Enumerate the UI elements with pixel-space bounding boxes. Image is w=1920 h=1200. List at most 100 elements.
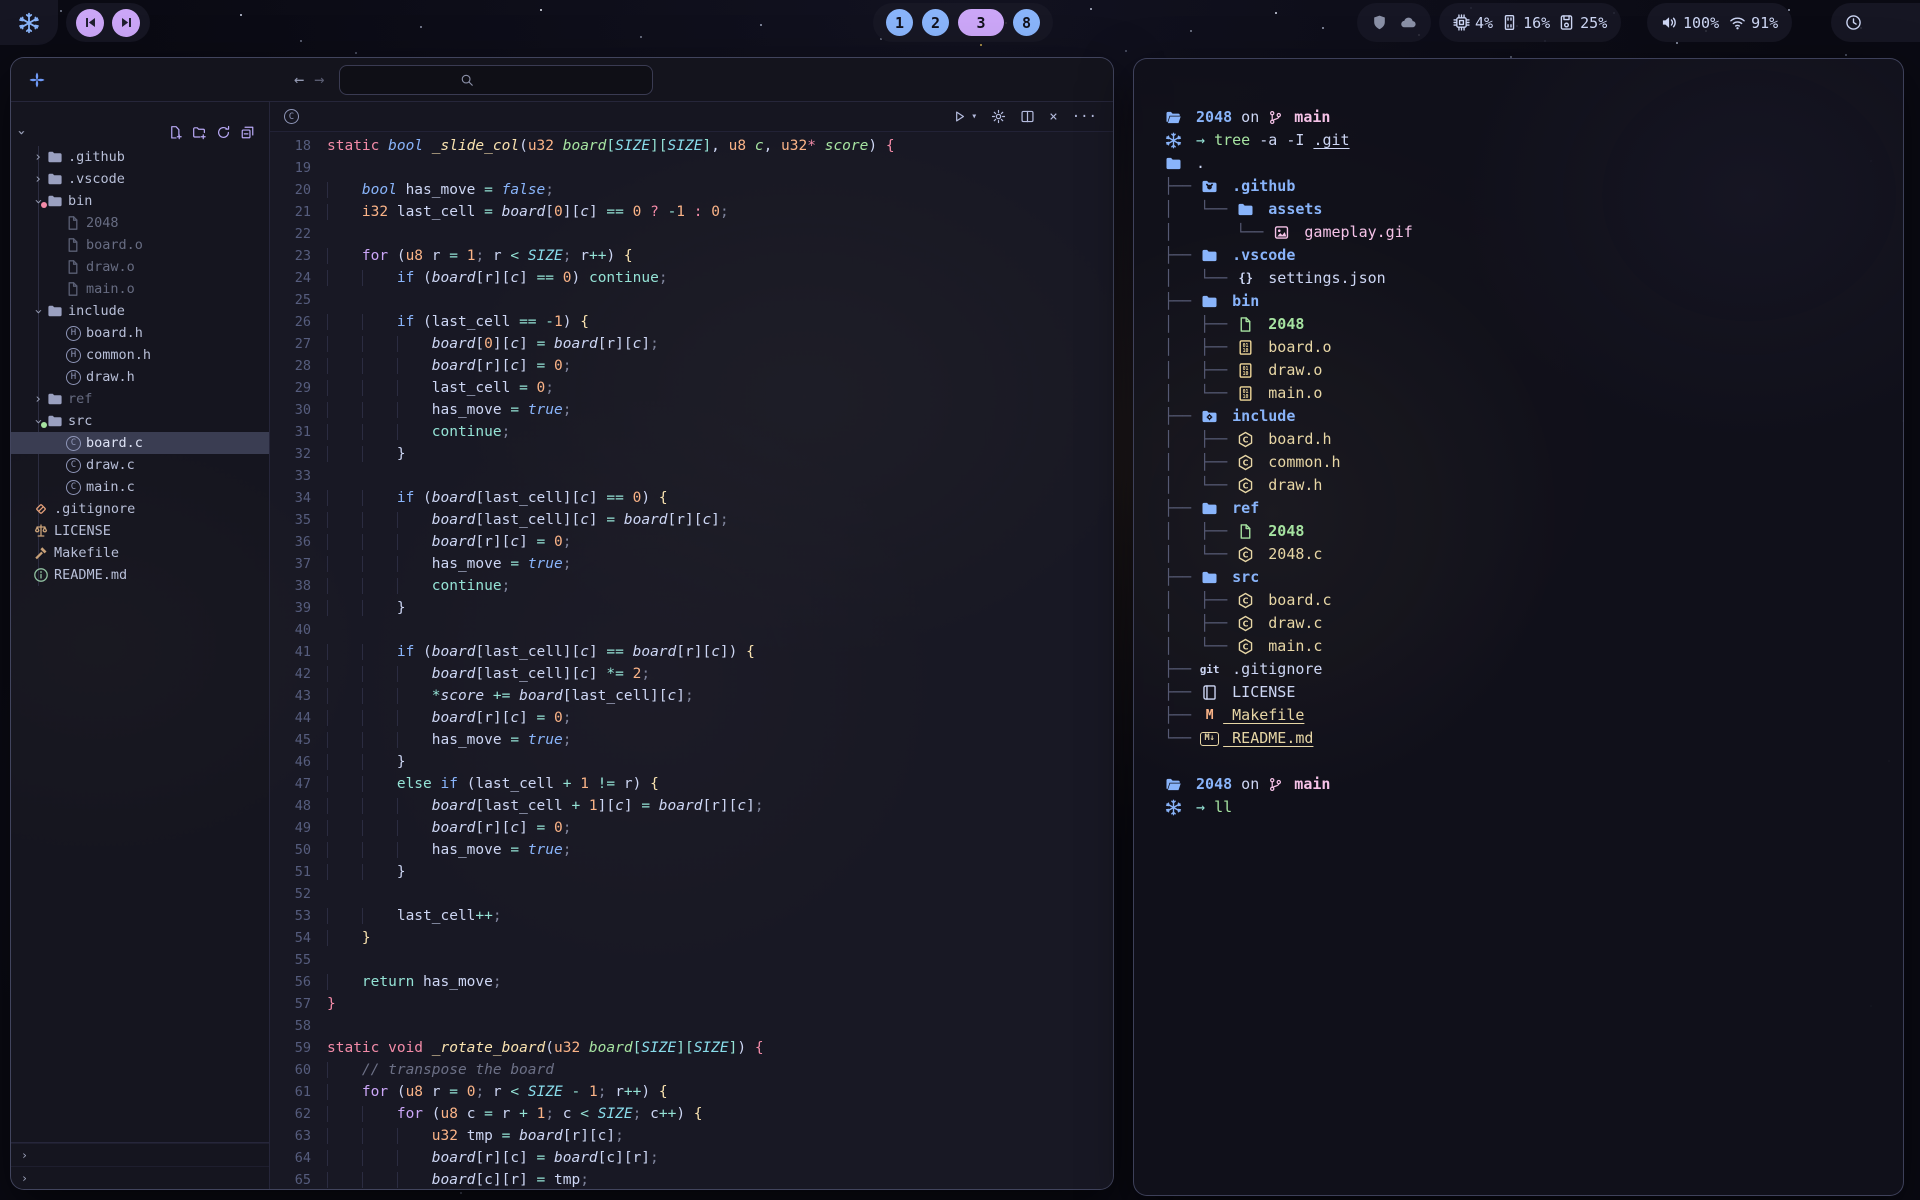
explorer-item-label: include — [68, 303, 125, 319]
explorer-item-draw.o[interactable]: draw.o — [11, 256, 269, 278]
clock[interactable] — [1831, 3, 1920, 42]
launcher-button[interactable] — [0, 0, 58, 45]
folder-bin-icon — [47, 193, 63, 209]
explorer-item-common.h[interactable]: Hcommon.h — [11, 344, 269, 366]
explorer-item-bin[interactable]: ›bin — [11, 190, 269, 212]
terminal-text: ├── — [1164, 175, 1200, 198]
folder-icon — [1236, 201, 1255, 218]
vscode-titlebar[interactable]: ← → — [11, 58, 1113, 102]
split-editor-icon[interactable] — [1020, 109, 1035, 124]
snowflake-icon — [1164, 132, 1183, 149]
audio-network[interactable]: 100% 91% — [1647, 3, 1792, 42]
terminal-line: │ ├── 0110 draw.o — [1164, 359, 1879, 382]
h-file-icon: H — [66, 370, 81, 385]
nav-forward-button[interactable]: → — [314, 70, 324, 90]
workspace-1[interactable]: 1 — [886, 9, 913, 36]
explorer-item-include[interactable]: ›include — [11, 300, 269, 322]
folder-icon — [47, 303, 63, 319]
code-line-25: 25 — [270, 289, 1113, 311]
terminal-content[interactable]: 2048 on main → tree -a -I .git .├── .git… — [1134, 59, 1903, 1195]
outline-panel-header[interactable]: › — [11, 1143, 269, 1166]
new-file-icon[interactable] — [168, 125, 183, 140]
breadcrumb[interactable]: C ▾ × ··· — [270, 102, 1113, 132]
more-actions-icon[interactable]: ··· — [1072, 109, 1097, 125]
explorer-item-label: src — [68, 413, 92, 429]
explorer-item-.github[interactable]: ›.github — [11, 146, 269, 168]
code-line-54: 54 } — [270, 927, 1113, 949]
explorer-item-draw.h[interactable]: Hdraw.h — [11, 366, 269, 388]
terminal-text: Makefile — [1223, 704, 1304, 727]
terminal-text: ├── — [1164, 566, 1200, 589]
skip-back-button[interactable] — [76, 9, 104, 37]
explorer-item-Makefile[interactable]: Makefile — [11, 542, 269, 564]
gear-icon[interactable] — [991, 109, 1006, 124]
explorer-item-README.md[interactable]: README.md — [11, 564, 269, 586]
explorer-item-LICENSE[interactable]: LICENSE — [11, 520, 269, 542]
code-line-content: *score += board[last_cell][c]; — [327, 685, 694, 707]
chevron-down-icon[interactable]: ▾ — [971, 111, 977, 122]
code-line-content: for (u8 r = 1; r < SIZE; r++) { — [327, 245, 633, 267]
system-tray[interactable] — [1357, 3, 1431, 42]
explorer-item-board.c[interactable]: Cboard.c — [11, 432, 269, 454]
explorer-item-draw.c[interactable]: Cdraw.c — [11, 454, 269, 476]
command-center-search[interactable] — [339, 65, 653, 95]
svg-text:C: C — [1243, 481, 1249, 490]
timeline-panel-header[interactable]: › — [11, 1166, 269, 1189]
terminal-text: │ └── — [1164, 221, 1272, 244]
refresh-icon[interactable] — [216, 125, 231, 140]
terminal-text: └── — [1164, 727, 1200, 750]
line-number: 39 — [270, 597, 311, 619]
terminal-text: → — [1187, 129, 1214, 152]
workspace-8[interactable]: 8 — [1013, 9, 1040, 36]
collapse-all-icon[interactable] — [240, 125, 255, 140]
gitignore-icon — [33, 501, 49, 517]
explorer-item-label: Makefile — [54, 545, 119, 561]
app-logo-icon — [27, 70, 47, 90]
explorer-item-board.o[interactable]: board.o — [11, 234, 269, 256]
new-folder-icon[interactable] — [192, 125, 207, 140]
terminal-line: ├── M Makefile — [1164, 704, 1879, 727]
line-number: 21 — [270, 201, 311, 223]
workspace-3-active[interactable]: 3 — [958, 9, 1004, 36]
wifi-indicator[interactable]: 91% — [1729, 14, 1778, 32]
folder-icon — [1200, 500, 1219, 517]
nav-back-button[interactable]: ← — [294, 70, 304, 90]
run-icon[interactable] — [952, 109, 967, 124]
explorer-root-section[interactable]: › — [11, 120, 269, 144]
indicator-value: 91% — [1751, 14, 1778, 32]
code-line-64: 64 board[r][c] = board[c][r]; — [270, 1147, 1113, 1169]
skip-forward-button[interactable] — [112, 9, 140, 37]
explorer-item-src[interactable]: ›src — [11, 410, 269, 432]
terminal-text: LICENSE — [1223, 681, 1295, 704]
workspace-2[interactable]: 2 — [922, 9, 949, 36]
terminal-line: │ ├── 0110 board.o — [1164, 336, 1879, 359]
code-line-content: has_move = true; — [327, 399, 571, 421]
code-line-content: } — [327, 597, 406, 619]
code-editor[interactable]: 18static bool _slide_col(u32 board[SIZE]… — [270, 133, 1113, 1189]
editor-area[interactable]: C ▾ × ··· 18static bool _slide_col(u32 b… — [270, 102, 1113, 1189]
chevron-right-icon: › — [31, 172, 45, 187]
explorer-item-main.c[interactable]: Cmain.c — [11, 476, 269, 498]
line-number: 43 — [270, 685, 311, 707]
explorer-item-label: board.h — [86, 325, 143, 341]
explorer-item-ref[interactable]: ›ref — [11, 388, 269, 410]
volume-indicator[interactable]: 100% — [1661, 14, 1719, 32]
code-line-46: 46 } — [270, 751, 1113, 773]
explorer-item-2048[interactable]: 2048 — [11, 212, 269, 234]
explorer-item-board.h[interactable]: Hboard.h — [11, 322, 269, 344]
svg-text:10: 10 — [1243, 371, 1249, 377]
terminal-text: ├── — [1164, 658, 1200, 681]
search-input[interactable] — [481, 72, 533, 88]
close-editor-icon[interactable]: × — [1049, 109, 1057, 125]
code-line-content: u32 tmp = board[r][c]; — [327, 1125, 624, 1147]
code-line-content: i32 last_cell = board[0][c] == 0 ? -1 : … — [327, 201, 729, 223]
code-line-35: 35 board[last_cell][c] = board[r][c]; — [270, 509, 1113, 531]
line-number: 64 — [270, 1147, 311, 1169]
open-folder-icon — [1164, 776, 1183, 793]
explorer-item-.vscode[interactable]: ›.vscode — [11, 168, 269, 190]
explorer-item-main.o[interactable]: main.o — [11, 278, 269, 300]
terminal-text: board.o — [1259, 336, 1331, 359]
code-line-content: board[last_cell][c] *= 2; — [327, 663, 650, 685]
explorer-item-.gitignore[interactable]: .gitignore — [11, 498, 269, 520]
c-hex-icon: C — [1236, 477, 1255, 494]
